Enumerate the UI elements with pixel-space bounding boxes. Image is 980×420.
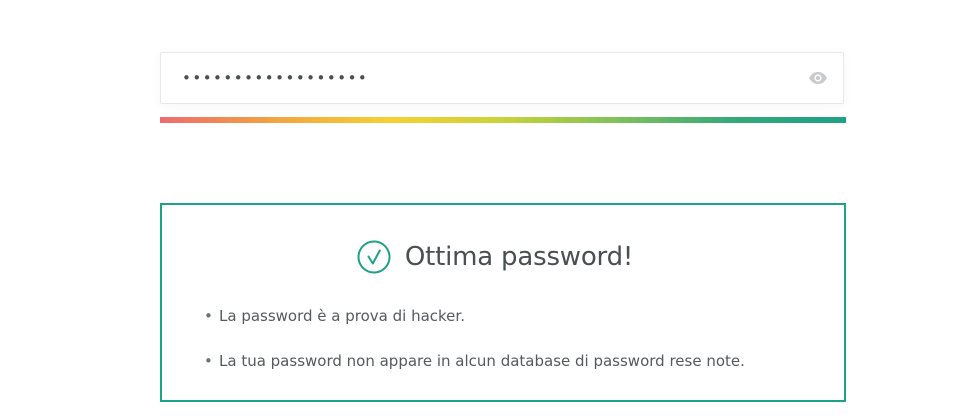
- list-item-text: La password è a prova di hacker.: [219, 307, 465, 325]
- result-header: Ottima password!: [162, 237, 844, 277]
- list-item-text: La tua password non appare in alcun data…: [219, 352, 745, 370]
- list-item: • La tua password non appare in alcun da…: [204, 350, 745, 372]
- result-panel: Ottima password! • La password è a prova…: [160, 203, 846, 402]
- eye-icon[interactable]: [807, 68, 829, 88]
- list-item: • La password è a prova di hacker.: [204, 305, 745, 327]
- password-input[interactable]: [161, 53, 781, 103]
- bullet: •: [204, 352, 213, 370]
- check-circle-icon: [357, 240, 391, 274]
- strength-meter: [160, 117, 846, 123]
- result-list: • La password è a prova di hacker. • La …: [204, 305, 745, 395]
- bullet: •: [204, 307, 213, 325]
- result-title: Ottima password!: [404, 242, 634, 272]
- strength-meter-fill: [160, 117, 846, 123]
- password-field[interactable]: [160, 52, 844, 104]
